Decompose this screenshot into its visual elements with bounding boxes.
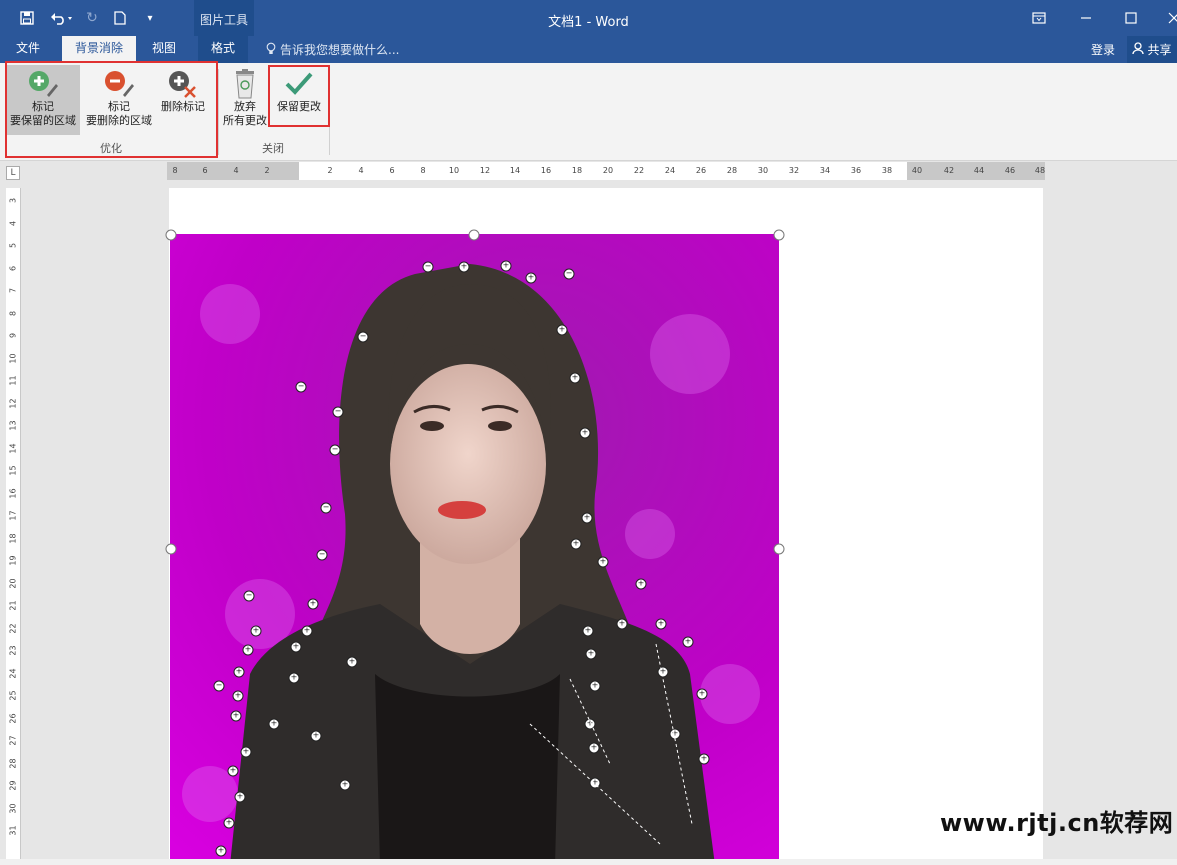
ribbon-display-icon[interactable] — [1027, 6, 1051, 30]
person-icon — [1132, 41, 1145, 58]
tab-format[interactable]: 格式 — [198, 36, 248, 63]
maximize-icon[interactable] — [1119, 6, 1143, 30]
vertical-ruler[interactable]: 3 4 5 6 7 8 9 10 11 12 13 14 15 16 17 18 19 20 21 22 23 24 25 2… — [6, 188, 21, 865]
highlight-box-keep — [268, 65, 330, 127]
ruler-tick: 4 — [358, 166, 364, 175]
ruler-tick: 19 — [8, 555, 18, 566]
tell-me-text: 告诉我您想要做什么... — [280, 43, 400, 57]
ribbon-tabs: 文件 背景消除 视图 格式 告诉我您想要做什么... 登录 — [0, 36, 1177, 63]
ruler-tick: 48 — [1034, 166, 1046, 175]
selected-picture[interactable]: − + + + − − − − − − − − − + + + + + + + … — [170, 234, 779, 865]
ruler-tick: 16 — [540, 166, 552, 175]
highlight-box-refine — [5, 61, 218, 158]
ruler-tick: 27 — [8, 735, 18, 746]
minimize-icon[interactable] — [1074, 6, 1098, 30]
ruler-tick: 44 — [973, 166, 985, 175]
group-label-close: 关闭 — [262, 142, 284, 155]
ruler-tick: 6 — [389, 166, 395, 175]
watermark-text: www.rjtj.cn软荐网 — [940, 809, 1174, 837]
ribbon: 标记 要保留的区域 标记 要删除的区域 删除标记 优化 放弃 所有更改 保留更改… — [0, 61, 1177, 161]
ruler-tick: 38 — [881, 166, 893, 175]
ruler-tick: 34 — [819, 166, 831, 175]
ruler-tick: 2 — [327, 166, 333, 175]
tab-background-removal[interactable]: 背景消除 — [62, 36, 136, 63]
ruler-tick: 46 — [1004, 166, 1016, 175]
ruler-tick: 18 — [571, 166, 583, 175]
resize-handle[interactable] — [773, 543, 785, 555]
tell-me-box[interactable]: 告诉我您想要做什么... — [266, 41, 399, 58]
discard-line1: 放弃 — [234, 100, 256, 113]
ruler-tick: 40 — [911, 166, 923, 175]
ruler-tick: 2 — [264, 166, 270, 175]
ruler-tick: 10 — [8, 352, 18, 364]
ruler-tick: 12 — [479, 166, 491, 175]
ruler-tick: 6 — [8, 265, 18, 271]
status-bar — [0, 859, 1177, 865]
ruler-tick: 22 — [8, 622, 18, 634]
resize-handle[interactable] — [165, 229, 177, 241]
ruler-tick: 42 — [943, 166, 955, 175]
ruler-tick: 20 — [8, 577, 18, 589]
share-button[interactable]: 共享 — [1127, 36, 1177, 63]
ruler-tick: 13 — [8, 420, 18, 431]
ruler-tick: 26 — [695, 166, 707, 175]
ruler-tick: 14 — [8, 442, 18, 454]
ruler-tick: 29 — [8, 780, 18, 791]
tab-view[interactable]: 视图 — [140, 36, 188, 63]
ruler-tick: 3 — [8, 197, 18, 204]
ruler-tick: 26 — [8, 712, 18, 724]
resize-handle[interactable] — [468, 229, 480, 241]
lightbulb-icon — [266, 42, 276, 58]
share-label: 共享 — [1147, 43, 1172, 57]
ruler-tick: 5 — [8, 242, 18, 249]
discard-line2: 所有更改 — [223, 114, 267, 127]
ruler-tick: 7 — [8, 287, 18, 294]
close-icon[interactable] — [1162, 6, 1177, 30]
ruler-tick: 24 — [664, 166, 676, 175]
ruler-tick: 22 — [633, 166, 645, 175]
ribbon-separator — [218, 69, 219, 155]
ruler-tick: 4 — [8, 220, 18, 226]
ruler-tick: 31 — [8, 825, 18, 836]
resize-handle[interactable] — [165, 543, 177, 555]
ruler-tick: 23 — [8, 645, 18, 656]
ruler-tick: 12 — [8, 397, 18, 409]
ruler-tick: 30 — [757, 166, 769, 175]
ruler-tick: 14 — [509, 166, 521, 175]
ruler-tick: 32 — [788, 166, 800, 175]
ruler-tick: 11 — [8, 375, 18, 386]
ruler-tick: 10 — [448, 166, 460, 175]
horizontal-ruler[interactable]: 8 6 4 2 2 4 6 8 10 12 14 16 18 20 22 24 26 28 30 32 34 36 38 40… — [167, 162, 1045, 180]
ruler-tick: 28 — [8, 757, 18, 769]
tab-selector[interactable]: L — [6, 166, 20, 180]
tab-file[interactable]: 文件 — [4, 36, 52, 63]
ruler-tick: 21 — [8, 600, 18, 611]
ruler-tick: 36 — [850, 166, 862, 175]
title-bar: ↻ ▾ 图片工具 文档1 - Word — [0, 0, 1177, 63]
login-link[interactable]: 登录 — [1091, 41, 1115, 58]
ruler-tick: 17 — [8, 510, 18, 521]
discard-changes-button[interactable]: 放弃 所有更改 — [220, 65, 270, 135]
ruler-tick: 30 — [8, 802, 18, 814]
ruler-tick: 24 — [8, 667, 18, 679]
ruler-tick: 15 — [8, 465, 18, 476]
ruler-tick: 20 — [602, 166, 614, 175]
resize-handle[interactable] — [773, 229, 785, 241]
ruler-tick: 4 — [233, 166, 239, 175]
ruler-tick: 16 — [8, 487, 18, 499]
ruler-tick: 8 — [172, 166, 178, 175]
ruler-tick: 18 — [8, 532, 18, 544]
ruler-tick: 8 — [8, 310, 18, 316]
ruler-tick: 28 — [726, 166, 738, 175]
document-title: 文档1 - Word — [548, 15, 629, 30]
ruler-tick: 8 — [420, 166, 426, 175]
ruler-tick: 25 — [8, 690, 18, 701]
recycle-bin-icon — [228, 68, 262, 100]
ruler-tick: 6 — [202, 166, 208, 175]
ruler-tick: 9 — [8, 332, 18, 339]
